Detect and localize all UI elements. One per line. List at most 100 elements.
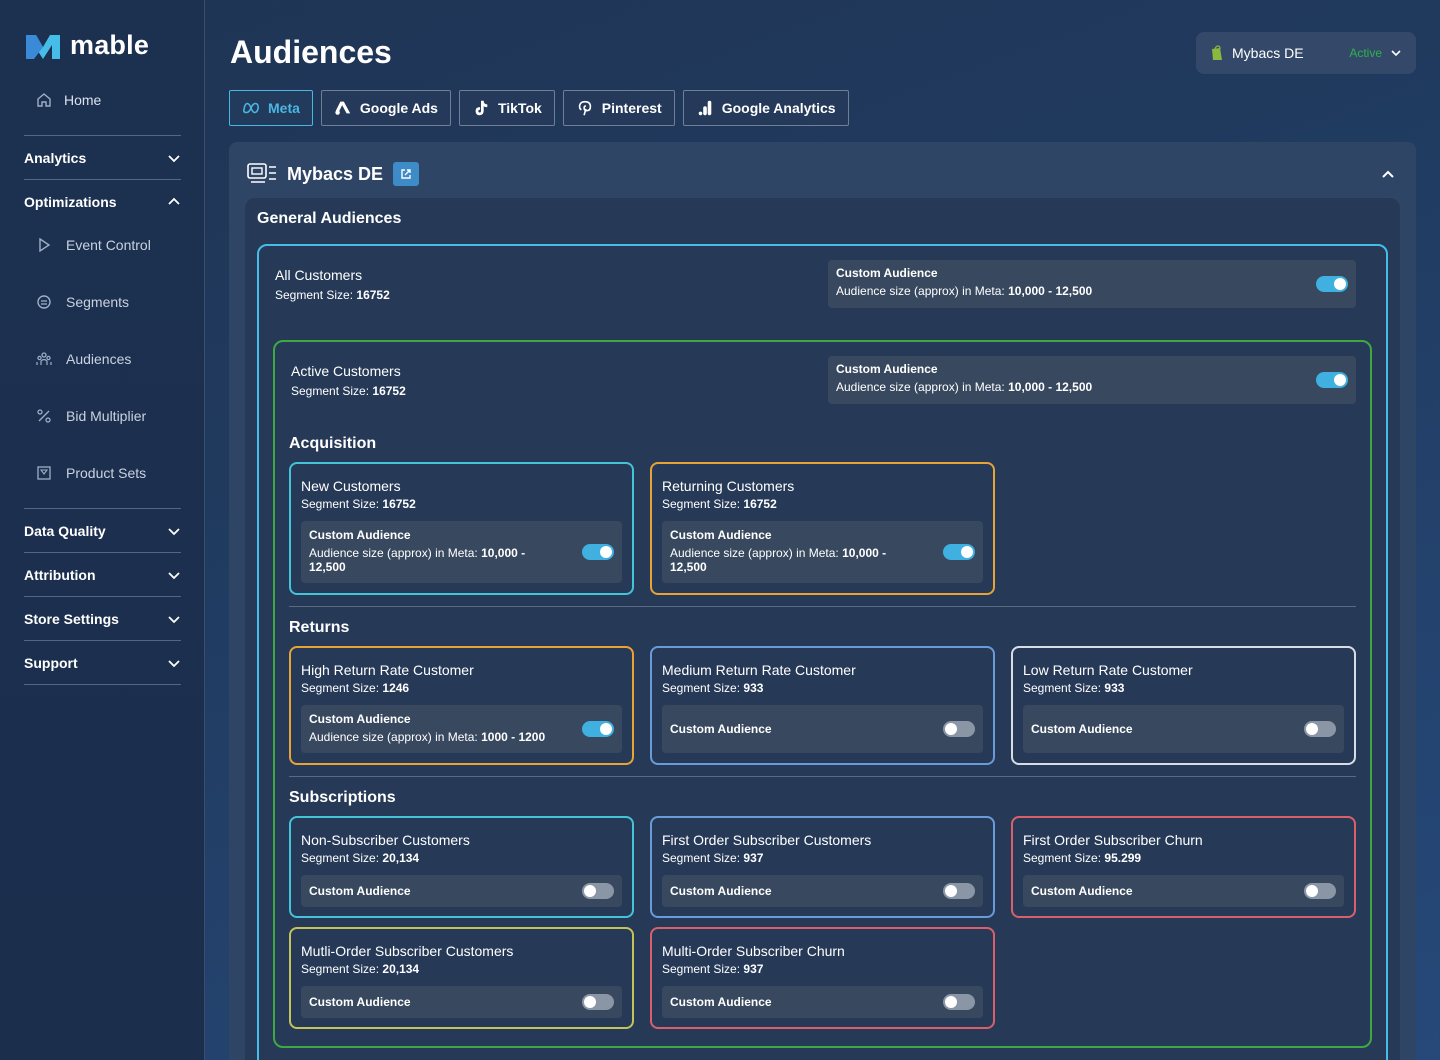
tab-pinterest[interactable]: Pinterest <box>562 90 675 126</box>
sidebar-section-attribution[interactable]: Attribution <box>24 552 181 596</box>
custom-audience-label: Custom Audience <box>836 266 938 280</box>
external-link-icon <box>401 169 411 179</box>
custom-audience-box: Custom Audience <box>1023 705 1344 753</box>
store-name: Mybacs DE <box>1232 45 1304 61</box>
audience-toggle[interactable] <box>1316 372 1348 388</box>
audience-toggle[interactable] <box>943 883 975 899</box>
returns-title: Returns <box>289 619 350 636</box>
sidebar-section-support[interactable]: Support <box>24 640 181 684</box>
chevron-down-icon <box>168 659 180 667</box>
logo-text: mable <box>70 30 150 60</box>
sidebar-section-optimizations[interactable]: Optimizations <box>24 179 181 223</box>
audience-toggle[interactable] <box>1304 883 1336 899</box>
sidebar-item-label: Segments <box>66 294 130 310</box>
tab-label: Pinterest <box>601 100 662 116</box>
custom-audience-label: Custom Audience <box>670 884 772 898</box>
segment-name: Non-Subscriber Customers <box>301 832 470 848</box>
segment-card-first-order-churn: First Order Subscriber Churn Segment Siz… <box>1011 816 1356 918</box>
segment-name: Low Return Rate Customer <box>1023 662 1193 678</box>
tab-label: Google Analytics <box>721 100 836 116</box>
sidebar: mable Home Analytics Optimizations Event… <box>0 0 205 1060</box>
account-icon <box>247 163 276 183</box>
audience-toggle[interactable] <box>943 544 975 560</box>
all-customers-row: All Customers Segment Size: 16752 Custom… <box>259 246 1386 324</box>
segment-card-multi-order-subscriber: Mutli-Order Subscriber Customers Segment… <box>289 927 634 1029</box>
audience-size: Audience size (approx) in Meta: 10,000 -… <box>836 284 1093 298</box>
sidebar-section-analytics[interactable]: Analytics <box>24 135 181 179</box>
store-select[interactable]: Mybacs DE Active <box>1196 32 1416 74</box>
tab-google-ads[interactable]: Google Ads <box>320 90 451 126</box>
segment-card-first-order-subscriber: First Order Subscriber Customers Segment… <box>650 816 995 918</box>
section-title: General Audiences <box>257 210 402 227</box>
google-analytics-icon <box>698 100 712 116</box>
sidebar-section-label: Store Settings <box>24 610 119 627</box>
audience-toggle[interactable] <box>582 883 614 899</box>
sidebar-section-label: Analytics <box>24 149 87 166</box>
sidebar-item-segments[interactable]: Segments <box>36 294 129 310</box>
users-icon <box>36 352 52 365</box>
sidebar-section-data-quality[interactable]: Data Quality <box>24 508 181 552</box>
audience-toggle[interactable] <box>943 721 975 737</box>
page-title: Audiences <box>230 34 392 70</box>
sidebar-section-label: Data Quality <box>24 522 106 539</box>
audience-toggle[interactable] <box>1316 276 1348 292</box>
segment-name: Medium Return Rate Customer <box>662 662 856 678</box>
sidebar-item-audiences[interactable]: Audiences <box>36 351 131 367</box>
home-icon <box>37 93 51 107</box>
custom-audience-label: Custom Audience <box>1031 884 1133 898</box>
tab-meta[interactable]: Meta <box>229 90 313 126</box>
sidebar-item-label: Audiences <box>66 351 132 367</box>
divider <box>289 606 1356 607</box>
audience-size: Audience size (approx) in Meta: 10,000 -… <box>309 546 526 574</box>
segment-size: Segment Size: 937 <box>662 851 764 865</box>
chevron-down-icon <box>168 527 180 535</box>
audience-toggle[interactable] <box>582 994 614 1010</box>
sidebar-item-bid-multiplier[interactable]: Bid Multiplier <box>36 408 146 424</box>
sidebar-item-home[interactable]: Home <box>36 92 101 108</box>
sidebar-item-label: Bid Multiplier <box>66 408 147 424</box>
audience-toggle[interactable] <box>582 544 614 560</box>
segment-name: Mutli-Order Subscriber Customers <box>301 943 514 959</box>
segment-size: Segment Size: 20,134 <box>301 962 420 976</box>
segment-card-medium-return: Medium Return Rate Customer Segment Size… <box>650 646 995 765</box>
audience-toggle[interactable] <box>943 994 975 1010</box>
logo[interactable]: mable <box>24 30 149 61</box>
open-external-button[interactable] <box>393 162 420 186</box>
sidebar-section-store-settings[interactable]: Store Settings <box>24 596 181 640</box>
sidebar-item-event-control[interactable]: Event Control <box>36 237 151 253</box>
chevron-down-icon <box>1391 50 1401 57</box>
tab-google-analytics[interactable]: Google Analytics <box>682 90 849 126</box>
chevron-up-icon[interactable] <box>1380 166 1396 182</box>
tab-label: Google Ads <box>359 100 438 116</box>
custom-audience-label: Custom Audience <box>670 995 772 1009</box>
segment-size: Segment Size: 933 <box>1023 681 1125 695</box>
divider <box>289 776 1356 777</box>
segment-card-new-customers: New Customers Segment Size: 16752 Custom… <box>289 462 634 595</box>
custom-audience-label: Custom Audience <box>1031 722 1133 736</box>
segment-size: Segment Size: 20,134 <box>301 851 420 865</box>
custom-audience-box: Custom Audience <box>662 875 983 907</box>
play-icon <box>39 237 51 253</box>
segment-size: Segment Size: 1246 <box>301 681 410 695</box>
shopify-icon <box>1212 45 1222 60</box>
custom-audience-label: Custom Audience <box>836 362 938 376</box>
audience-toggle[interactable] <box>582 721 614 737</box>
sidebar-item-label: Home <box>64 92 102 108</box>
custom-audience-box: Custom Audience Audience size (approx) i… <box>301 705 622 753</box>
sidebar-item-product-sets[interactable]: Product Sets <box>36 465 146 481</box>
custom-audience-label: Custom Audience <box>309 712 411 726</box>
account-panel: Mybacs DE General Audiences All Customer… <box>229 142 1416 1060</box>
chevron-up-icon <box>168 197 180 205</box>
all-customers-group: All Customers Segment Size: 16752 Custom… <box>257 244 1388 1060</box>
divider <box>24 684 181 685</box>
audience-toggle[interactable] <box>1304 721 1336 737</box>
general-audiences-section: General Audiences All Customers Segment … <box>245 198 1400 1060</box>
mable-logo-icon <box>26 34 60 59</box>
tab-tiktok[interactable]: TikTok <box>458 90 555 126</box>
segment-size: Segment Size: 16752 <box>662 497 777 511</box>
pinterest-icon <box>578 100 591 116</box>
sidebar-item-label: Event Control <box>66 237 151 253</box>
audience-size: Audience size (approx) in Meta: 10,000 -… <box>836 380 1093 394</box>
custom-audience-label: Custom Audience <box>309 884 411 898</box>
segment-name: New Customers <box>301 478 401 494</box>
